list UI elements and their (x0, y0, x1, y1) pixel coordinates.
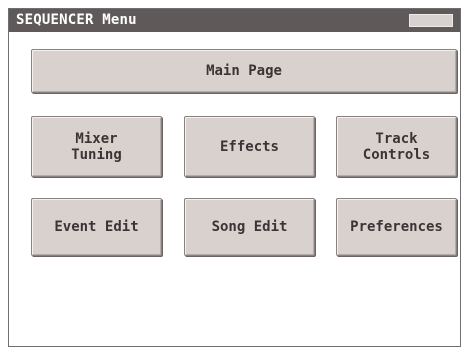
song-edit-button[interactable]: Song Edit (184, 198, 315, 256)
preferences-button[interactable]: Preferences (336, 198, 457, 256)
sequencer-menu-screen: SEQUENCER Menu Main Page Mixer Tuning Ef… (8, 8, 461, 347)
menu-title: SEQUENCER Menu (16, 12, 137, 28)
event-edit-button-label: Event Edit (54, 219, 139, 235)
song-edit-button-label: Song Edit (211, 219, 288, 235)
effects-button-label: Effects (219, 138, 279, 155)
track-controls-button-label: Track Controls (362, 130, 431, 163)
event-edit-button[interactable]: Event Edit (31, 198, 162, 256)
mixer-tuning-button[interactable]: Mixer Tuning (31, 116, 162, 177)
track-controls-button[interactable]: Track Controls (336, 116, 457, 177)
title-indicator-box (409, 14, 453, 27)
title-bar: SEQUENCER Menu (9, 9, 460, 32)
preferences-button-label: Preferences (350, 219, 443, 235)
mixer-tuning-button-label: Mixer Tuning (71, 130, 122, 163)
main-page-button[interactable]: Main Page (31, 49, 457, 93)
main-page-button-label: Main Page (206, 63, 282, 79)
effects-button[interactable]: Effects (184, 116, 315, 177)
